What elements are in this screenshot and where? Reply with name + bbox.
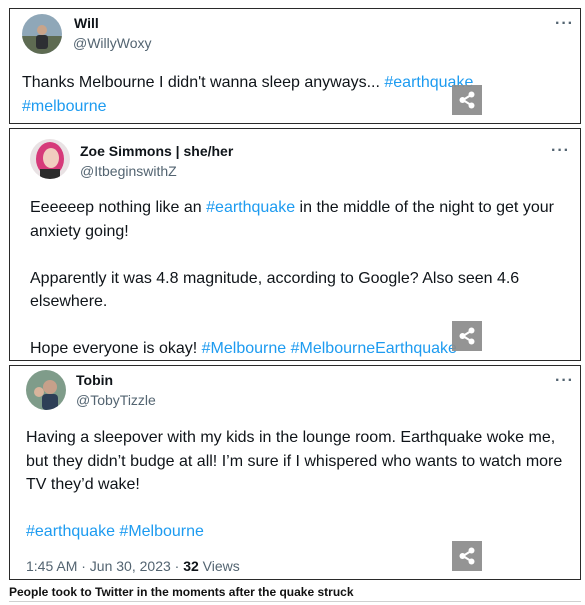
author-handle[interactable]: @ItbeginswithZ: [80, 163, 177, 179]
tweet-timestamp[interactable]: 1:45 AM · Jun 30, 2023 · 32 Views: [26, 558, 240, 574]
tweet-text-plain: Eeeeeep nothing like an: [30, 199, 207, 216]
tweet-text: Having a sleepover with my kids in the l…: [26, 426, 566, 544]
avatar-zoe-image: [30, 139, 70, 179]
hashtag-melbourne[interactable]: #Melbourne: [119, 523, 204, 540]
tweet-card-will: Will @WillyWoxy ··· Thanks Melbourne I d…: [9, 8, 581, 124]
avatar-will[interactable]: [22, 14, 62, 54]
image-caption: People took to Twitter in the moments af…: [9, 585, 354, 599]
share-button[interactable]: [452, 85, 482, 115]
avatar-tobin-image: [26, 370, 66, 410]
hashtag-melbourne-earthquake[interactable]: #MelbourneEarthquake: [291, 340, 457, 357]
views-label: Views: [198, 558, 240, 574]
tweet-paragraph-3: Hope everyone is okay! #Melbourne #Melbo…: [30, 337, 565, 361]
tweet-text: Eeeeeep nothing like an #earthquake in t…: [30, 196, 565, 361]
share-icon: [459, 547, 475, 565]
tweet-text-plain: Hope everyone is okay!: [30, 340, 202, 357]
tweet-paragraph-2: Apparently it was 4.8 magnitude, accordi…: [30, 269, 520, 311]
hashtag-melbourne[interactable]: #melbourne: [22, 98, 107, 115]
author-handle[interactable]: @WillyWoxy: [73, 35, 152, 51]
tweet-card-zoe: Zoe Simmons | she/her @ItbeginswithZ ···…: [9, 128, 581, 361]
share-icon: [459, 327, 475, 345]
views-count: 32: [183, 558, 199, 574]
avatar-zoe[interactable]: [30, 139, 70, 179]
avatar-will-image: [22, 14, 62, 54]
author-name[interactable]: Will: [74, 15, 99, 31]
share-button[interactable]: [452, 321, 482, 351]
caption-divider: [9, 601, 581, 602]
hashtag-earthquake[interactable]: #earthquake: [206, 199, 295, 216]
share-icon: [459, 91, 475, 109]
tweet-paragraph-1: Having a sleepover with my kids in the l…: [26, 429, 563, 493]
more-options-icon[interactable]: ···: [555, 373, 574, 389]
author-handle[interactable]: @TobyTizzle: [76, 392, 156, 408]
tweet-text-plain: Thanks Melbourne I didn't wanna sleep an…: [22, 74, 385, 91]
tweet-paragraph-1: Eeeeeep nothing like an #earthquake in t…: [30, 196, 565, 243]
avatar-tobin[interactable]: [26, 370, 66, 410]
hashtag-earthquake[interactable]: #earthquake: [26, 523, 115, 540]
author-name[interactable]: Zoe Simmons | she/her: [80, 143, 233, 159]
timestamp-text[interactable]: 1:45 AM · Jun 30, 2023 ·: [26, 558, 183, 574]
more-options-icon[interactable]: ···: [555, 16, 574, 32]
author-name[interactable]: Tobin: [76, 372, 113, 388]
tweet-card-tobin: Tobin @TobyTizzle ··· Having a sleepover…: [9, 365, 581, 580]
tweet-hashtags: #earthquake #Melbourne: [26, 520, 566, 544]
share-button[interactable]: [452, 541, 482, 571]
more-options-icon[interactable]: ···: [551, 143, 570, 159]
hashtag-melbourne[interactable]: #Melbourne: [202, 340, 287, 357]
